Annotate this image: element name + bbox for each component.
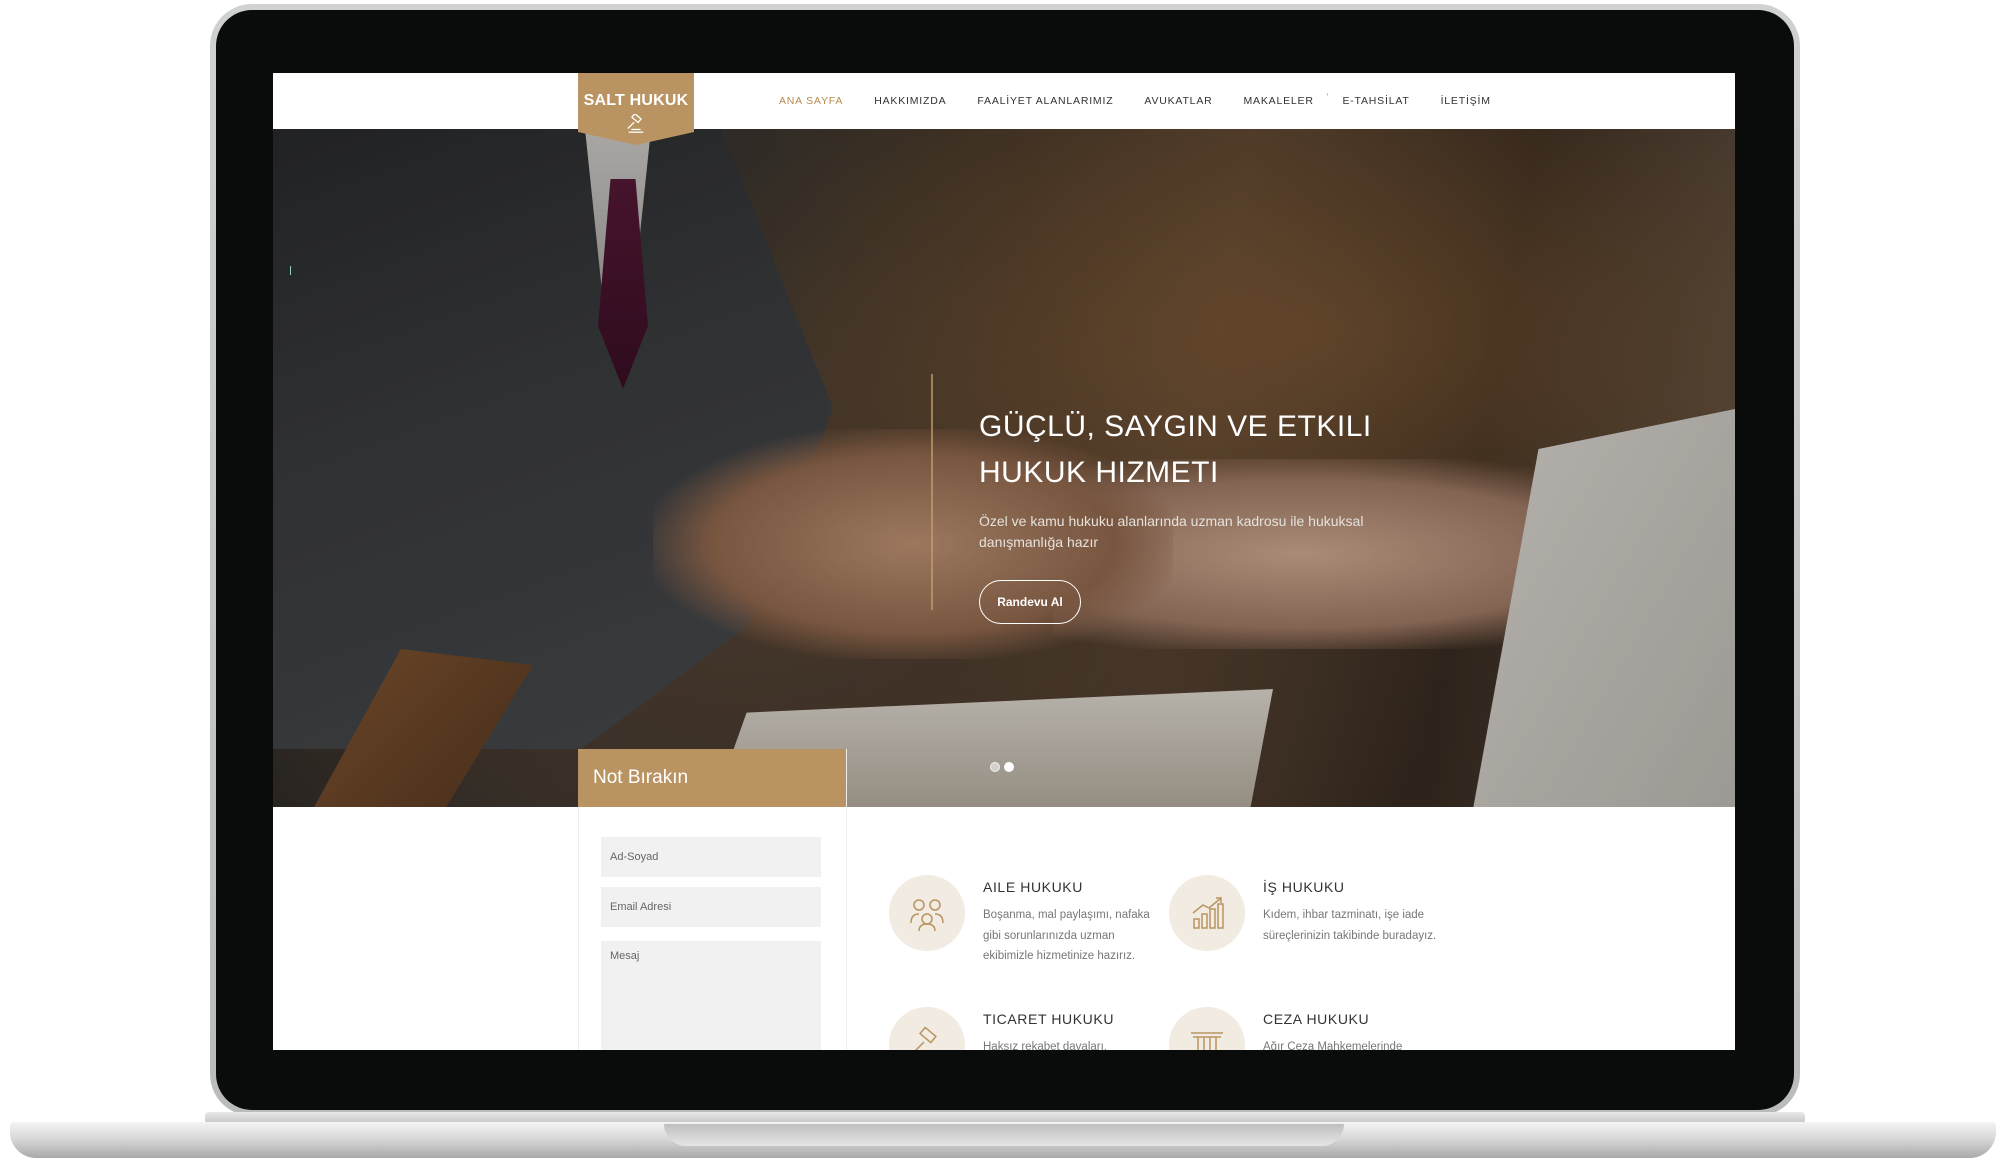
service-aile-hukuku[interactable]: AILE HUKUKU Boşanma, mal paylaşımı, nafa… (889, 875, 1169, 985)
note-form-header: Not Bırakın (578, 749, 846, 807)
text-cursor (290, 266, 291, 275)
slider-dot-2[interactable] (1004, 762, 1014, 772)
nav-separator: ' (1326, 92, 1329, 102)
service-description: Ağır Ceza Mahkemelerinde (1263, 1041, 1403, 1050)
service-is-hukuku[interactable]: İŞ HUKUKU Kıdem, ihbar tazminatı, işe ia… (1169, 875, 1449, 985)
growth-chart-icon (1169, 875, 1245, 951)
hero-subtitle: Özel ve kamu hukuku alanlarında uzman ka… (979, 513, 1364, 550)
name-input[interactable] (601, 837, 821, 877)
appointment-button[interactable]: Randevu Al (979, 580, 1081, 624)
hero-title: GÜÇLÜ, SAYGIN VE ETKILI HUKUK HIZMETI (979, 404, 1479, 496)
gavel-icon (627, 114, 644, 133)
service-description: Haksız rekabet davaları, (983, 1041, 1108, 1050)
nav-item-faaliyet-alanlarimiz[interactable]: FAALİYET ALANLARIMIZ (977, 95, 1113, 107)
courthouse-icon (1169, 1007, 1245, 1050)
hero-slider: GÜÇLÜ, SAYGIN VE ETKILI HUKUK HIZMETI Öz… (273, 129, 1735, 807)
nav-item-makaleler[interactable]: MAKALELER (1244, 95, 1314, 107)
service-description: Kıdem, ihbar tazminatı, işe iade süreçle… (1263, 909, 1437, 942)
email-input[interactable] (601, 887, 821, 927)
top-navigation-bar: SALT HUKUK ANA SAYFA HAKKIMIZDA FAALİYET… (273, 73, 1735, 145)
brand-name: SALT HUKUK (583, 92, 689, 109)
family-icon (889, 875, 965, 951)
hero-title-line1: GÜÇLÜ, SAYGIN VE ETKILI (979, 410, 1372, 443)
nav-item-e-tahsilat[interactable]: E-TAHSİLAT (1342, 95, 1409, 107)
service-title: İŞ HUKUKU (1263, 879, 1345, 895)
hero-divider-line (931, 374, 933, 610)
nav-item-hakkimizda[interactable]: HAKKIMIZDA (874, 95, 946, 107)
service-title: AILE HUKUKU (983, 879, 1083, 895)
service-ceza-hukuku[interactable]: CEZA HUKUKU Ağır Ceza Mahkemelerinde (1169, 1007, 1449, 1050)
gavel-icon (889, 1007, 965, 1050)
nav-item-iletisim[interactable]: İLETİŞİM (1441, 95, 1491, 107)
website-screen: SALT HUKUK ANA SAYFA HAKKIMIZDA FAALİYET… (273, 73, 1735, 1050)
main-nav: ANA SAYFA HAKKIMIZDA FAALİYET ALANLARIMI… (779, 73, 1522, 129)
nav-item-avukatlar[interactable]: AVUKATLAR (1144, 95, 1212, 107)
nav-item-ana-sayfa[interactable]: ANA SAYFA (779, 95, 843, 107)
slider-pagination (990, 762, 1014, 772)
service-title: CEZA HUKUKU (1263, 1011, 1370, 1027)
laptop-notch (664, 1124, 1344, 1146)
slider-dot-1[interactable] (990, 762, 1000, 772)
hero-title-line2: HUKUK HIZMETI (979, 456, 1219, 489)
brand-logo[interactable]: SALT HUKUK (578, 73, 694, 145)
service-title: TICARET HUKUKU (983, 1011, 1115, 1027)
service-description: Boşanma, mal paylaşımı, nafaka gibi soru… (983, 909, 1150, 962)
service-ticaret-hukuku[interactable]: TICARET HUKUKU Haksız rekabet davaları, (889, 1007, 1169, 1050)
note-form-title: Not Bırakın (593, 767, 689, 788)
message-textarea[interactable] (601, 941, 821, 1050)
